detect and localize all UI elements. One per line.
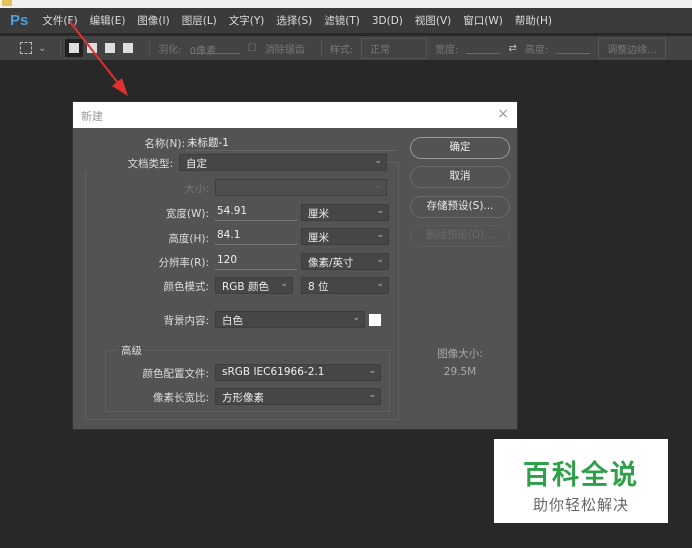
size-select: ⌄ [215,179,387,196]
color-mode-value: RGB 颜色 [222,281,269,293]
color-profile-select[interactable]: sRGB IEC61966-2.1 ⌄ [215,364,381,381]
delete-preset-button: 删除预设(D)... [410,225,510,247]
chevron-down-icon: ⌄ [376,255,384,265]
chevron-down-icon: ⌄ [352,313,360,323]
doctype-select[interactable]: 自定 ⌄ [179,154,387,171]
chevron-down-icon: ⌄ [376,230,384,240]
width-label: 宽度(W): [165,208,209,220]
chevron-down-icon: ⌄ [374,181,382,191]
chevron-down-icon: ⌄ [280,279,288,289]
size-label: 大小: [184,183,209,195]
watermark-title: 百科全说 [523,460,639,491]
bit-depth-value: 8 位 [308,281,329,293]
advanced-label: 高级 [117,343,146,358]
image-size-label: 图像大小: [437,348,483,360]
width-unit-value: 厘米 [308,208,329,220]
close-icon[interactable]: × [497,106,509,122]
color-mode-select[interactable]: RGB 颜色 ⌄ [215,277,293,294]
height-input[interactable]: 84.1 [215,228,297,245]
resolution-unit-value: 像素/英寸 [308,257,354,269]
width-unit-select[interactable]: 厘米 ⌄ [301,204,389,221]
height-unit-select[interactable]: 厘米 ⌄ [301,228,389,245]
background-color-swatch[interactable] [369,314,381,326]
cancel-button[interactable]: 取消 [410,166,510,188]
new-document-dialog: 新建 × 名称(N): 未标题-1 文档类型: 自定 ⌄ 大小: ⌄ 宽度(W):… [72,101,518,430]
save-preset-button[interactable]: 存储预设(S)... [410,196,510,218]
pixel-aspect-select[interactable]: 方形像素 ⌄ [215,388,381,405]
chevron-down-icon: ⌄ [374,156,382,166]
chevron-down-icon: ⌄ [368,366,376,376]
width-input[interactable]: 54.91 [215,204,297,221]
chevron-down-icon: ⌄ [368,390,376,400]
background-select[interactable]: 白色 ⌄ [215,311,365,328]
height-label: 高度(H): [168,233,209,245]
color-mode-label: 颜色模式: [163,281,209,293]
chevron-down-icon: ⌄ [376,206,384,216]
background-label: 背景内容: [163,315,209,327]
background-value: 白色 [222,315,243,327]
pixel-aspect-label: 像素长宽比: [152,392,209,404]
image-size-value: 29.5M [443,366,477,378]
watermark: 百科全说 助你轻松解决 [494,439,668,523]
watermark-subtitle: 助你轻松解决 [532,496,629,514]
resolution-unit-select[interactable]: 像素/英寸 ⌄ [301,253,389,270]
name-input[interactable]: 未标题-1 [185,134,397,151]
name-label: 名称(N): [144,138,185,150]
color-profile-value: sRGB IEC61966-2.1 [222,366,325,378]
color-profile-label: 颜色配置文件: [142,368,209,380]
height-unit-value: 厘米 [308,232,329,244]
pixel-aspect-value: 方形像素 [222,392,264,404]
resolution-input[interactable]: 120 [215,253,297,270]
chevron-down-icon: ⌄ [376,279,384,289]
doctype-value: 自定 [186,158,207,170]
doctype-label: 文档类型: [73,156,173,171]
resolution-label: 分辨率(R): [158,257,209,269]
bit-depth-select[interactable]: 8 位 ⌄ [301,277,389,294]
ok-button[interactable]: 确定 [410,137,510,159]
dialog-title: 新建 [73,102,517,128]
